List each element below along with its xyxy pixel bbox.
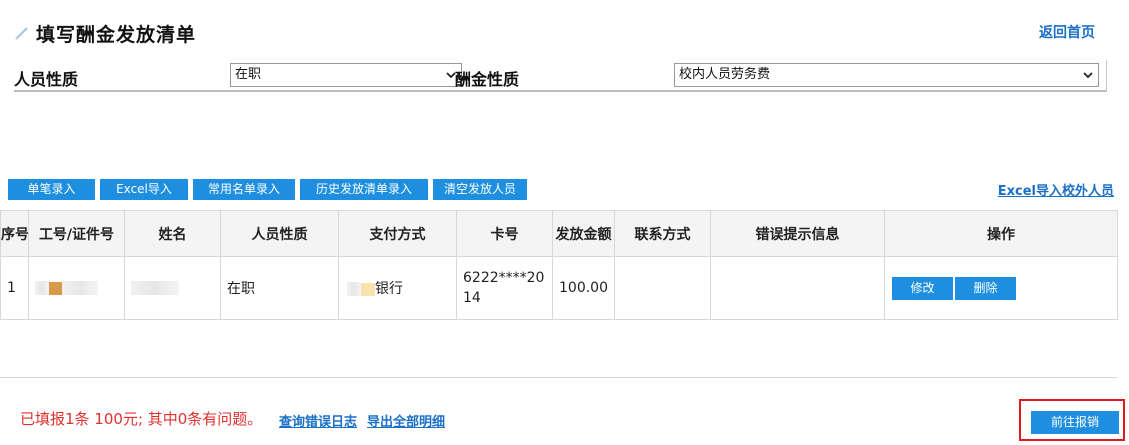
home-link[interactable]: 返回首页 bbox=[1039, 22, 1095, 42]
amount-cell: 100.00 bbox=[552, 256, 615, 320]
error-cell bbox=[710, 256, 885, 320]
column-header: 序号 bbox=[0, 210, 29, 257]
column-header: 姓名 bbox=[124, 210, 221, 257]
chevron-down-icon bbox=[1083, 72, 1093, 79]
error-log-link[interactable]: 查询错误日志 bbox=[279, 411, 357, 430]
pay-type-label: 酬金性质 bbox=[455, 70, 520, 89]
payment-method-text: 银行 bbox=[375, 281, 403, 297]
summary-text: 已填报1条 100元; 其中0条有问题。 bbox=[20, 410, 263, 428]
clear-people-button[interactable]: 清空发放人员 bbox=[433, 179, 527, 200]
pay-type-value: 校内人员劳务费 bbox=[679, 67, 771, 82]
divider bbox=[0, 377, 1117, 378]
card-number: 6222****2014 bbox=[463, 270, 545, 306]
table-header-row: 序号 工号/证件号 姓名 人员性质 支付方式 卡号 发放金额 联系方式 错误提示… bbox=[0, 210, 1118, 257]
payment-table: 序号 工号/证件号 姓名 人员性质 支付方式 卡号 发放金额 联系方式 错误提示… bbox=[0, 210, 1118, 320]
table-row: 1 在职 银行 6222****2014 100.00 修改 删除 bbox=[0, 256, 1118, 320]
redacted-text bbox=[347, 282, 361, 296]
export-all-link[interactable]: 导出全部明细 bbox=[367, 411, 445, 430]
name-cell bbox=[124, 256, 221, 320]
column-header: 工号/证件号 bbox=[28, 210, 125, 257]
page-title: 填写酬金发放清单 bbox=[36, 23, 197, 46]
column-header: 错误提示信息 bbox=[710, 210, 885, 257]
card-number-cell: 6222****2014 bbox=[456, 256, 553, 320]
excel-import-external-link[interactable]: Excel导入校外人员 bbox=[998, 180, 1114, 199]
filter-row: 人员性质 在职 酬金性质 校内人员劳务费 bbox=[14, 60, 1107, 92]
row-index: 1 bbox=[0, 256, 29, 320]
column-header: 联系方式 bbox=[614, 210, 711, 257]
employee-id-cell bbox=[28, 256, 125, 320]
excel-import-button[interactable]: Excel导入 bbox=[100, 179, 188, 200]
pencil-icon bbox=[14, 25, 30, 41]
redacted-text bbox=[49, 281, 62, 295]
column-header: 发放金额 bbox=[552, 210, 615, 257]
history-list-button[interactable]: 历史发放清单录入 bbox=[300, 179, 428, 200]
column-header: 卡号 bbox=[456, 210, 553, 257]
redacted-text bbox=[131, 281, 179, 295]
redacted-text bbox=[361, 282, 375, 296]
payment-method-cell: 银行 bbox=[338, 256, 457, 320]
person-type-value: 在职 bbox=[235, 67, 262, 82]
edit-button[interactable]: 修改 bbox=[892, 276, 953, 300]
operation-cell: 修改 删除 bbox=[884, 256, 1118, 320]
pay-type-select[interactable]: 校内人员劳务费 bbox=[674, 63, 1099, 87]
single-entry-button[interactable]: 单笔录入 bbox=[8, 179, 95, 200]
delete-button[interactable]: 删除 bbox=[955, 276, 1016, 300]
person-type-cell: 在职 bbox=[220, 256, 339, 320]
go-reimburse-button[interactable]: 前往报销 bbox=[1031, 411, 1119, 434]
contact-cell bbox=[614, 256, 711, 320]
redacted-text bbox=[62, 281, 98, 295]
submit-highlight: 前往报销 bbox=[1019, 399, 1125, 441]
column-header: 人员性质 bbox=[220, 210, 339, 257]
common-list-button[interactable]: 常用名单录入 bbox=[193, 179, 295, 200]
column-header: 操作 bbox=[884, 210, 1118, 257]
person-type-select[interactable]: 在职 bbox=[230, 63, 462, 87]
action-toolbar: 单笔录入 Excel导入 常用名单录入 历史发放清单录入 清空发放人员 bbox=[8, 179, 527, 200]
page-header: 填写酬金发放清单 bbox=[14, 18, 196, 48]
person-type-label: 人员性质 bbox=[14, 70, 79, 89]
column-header: 支付方式 bbox=[338, 210, 457, 257]
redacted-text bbox=[35, 281, 49, 295]
